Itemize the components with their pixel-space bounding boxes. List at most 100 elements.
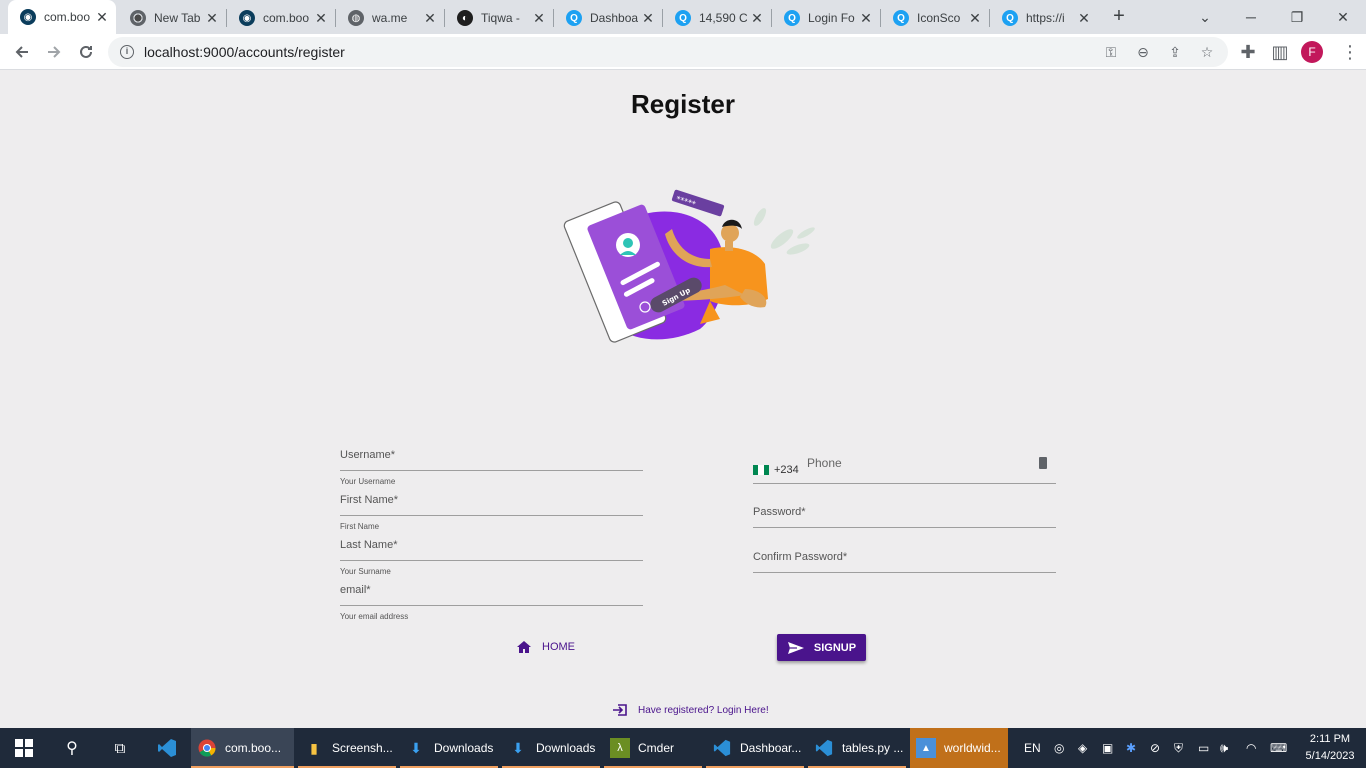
first-name-help: First Name <box>340 522 380 531</box>
taskbar-app-vscode-tables[interactable]: tables.py ... <box>808 728 906 768</box>
email-field[interactable]: email* Your email address <box>340 584 643 622</box>
app-tray-icon[interactable]: ◈ <box>1078 728 1087 768</box>
taskbar-app-label: Downloads <box>434 741 494 755</box>
home-icon <box>517 641 531 653</box>
url-text: localhost:9000/accounts/register <box>144 44 345 60</box>
username-help: Your Username <box>340 477 396 486</box>
taskbar-app-downloads-2[interactable]: ⬇ Downloads <box>502 728 600 768</box>
tab[interactable]: Q Dashboa ✕ <box>554 2 662 34</box>
login-link[interactable]: Have registered? Login Here! <box>612 701 769 719</box>
side-panel-icon[interactable]: ▥ <box>1266 38 1294 66</box>
close-tab-icon[interactable]: ✕ <box>751 10 763 27</box>
task-view-icon[interactable]: ⧉ <box>106 728 134 768</box>
battery-icon[interactable]: ▭ <box>1198 728 1209 768</box>
taskbar-app-chrome[interactable]: com.boo... <box>191 728 294 768</box>
language-indicator[interactable]: EN <box>1024 728 1041 768</box>
close-tab-icon[interactable]: ✕ <box>969 10 981 27</box>
zoom-icon[interactable]: ⊖ <box>1132 41 1154 63</box>
home-button[interactable]: HOME <box>516 637 575 657</box>
site-info-icon[interactable]: i <box>120 45 134 59</box>
download-icon: ⬇ <box>512 739 524 756</box>
signup-button[interactable]: SIGNUP <box>777 634 866 661</box>
back-button[interactable] <box>8 38 36 66</box>
search-icon[interactable]: ⚲ <box>58 728 86 768</box>
tab[interactable]: ◍ wa.me ✕ <box>336 2 444 34</box>
tab[interactable]: Q Login Fo ✕ <box>772 2 880 34</box>
taskbar-app-label: tables.py ... <box>842 741 904 755</box>
confirm-password-label: Confirm Password* <box>753 551 848 563</box>
close-tab-icon[interactable]: ✕ <box>206 10 218 27</box>
taskbar-app-downloads[interactable]: ⬇ Downloads <box>400 728 498 768</box>
tab-title: Dashboa <box>590 11 638 25</box>
login-icon <box>613 704 627 716</box>
tab[interactable]: ◐ Tiqwa - ✕ <box>445 2 553 34</box>
q-icon: Q <box>566 10 582 26</box>
tab[interactable]: Q 14,590 C ✕ <box>663 2 771 34</box>
security-icon[interactable]: ⛨ <box>1174 728 1183 768</box>
device-icon[interactable]: ▣ <box>1102 728 1113 768</box>
q-icon: Q <box>1002 10 1018 26</box>
taskbar-app-label: Cmder <box>638 741 675 755</box>
close-tab-icon[interactable]: ✕ <box>315 10 327 27</box>
keyboard-icon[interactable]: ⌨ <box>1270 728 1287 768</box>
password-field[interactable]: Password* <box>753 506 1056 530</box>
last-name-label: Last Name* <box>340 539 398 551</box>
mixer-icon[interactable]: ◎ <box>1054 728 1064 768</box>
tab[interactable]: ◉ com.boo ✕ <box>227 2 335 34</box>
q-icon: Q <box>675 10 691 26</box>
home-button-label: HOME <box>542 641 575 653</box>
confirm-password-field[interactable]: Confirm Password* <box>753 551 1056 575</box>
profile-avatar[interactable]: F <box>1301 41 1323 63</box>
bookmark-star-icon[interactable]: ☆ <box>1196 41 1218 63</box>
first-name-field[interactable]: First Name* First Name <box>340 494 643 532</box>
reload-button[interactable] <box>72 38 100 66</box>
username-field[interactable]: Username* Your Username <box>340 449 643 487</box>
menu-icon[interactable]: ⋮ <box>1336 38 1364 66</box>
wifi-icon[interactable]: ◠ <box>1246 728 1256 768</box>
close-window-button[interactable]: ✕ <box>1320 0 1366 34</box>
close-tab-icon[interactable]: ✕ <box>424 10 436 27</box>
email-underline <box>340 605 643 606</box>
tab[interactable]: Q https://i ✕ <box>990 2 1098 34</box>
system-clock[interactable]: 2:11 PM 5/14/2023 <box>1298 731 1362 765</box>
close-tab-icon[interactable]: ✕ <box>533 10 545 27</box>
network-off-icon[interactable]: ⊘ <box>1150 728 1160 768</box>
tab[interactable]: Q IconSco ✕ <box>881 2 989 34</box>
taskbar-app-vscode-dashboard[interactable]: Dashboar... <box>706 728 804 768</box>
tab[interactable]: New Tab ✕ <box>118 2 226 34</box>
phone-field[interactable]: +234 Phone <box>753 453 1056 485</box>
minimize-button[interactable]: ─ <box>1228 0 1274 34</box>
site-icon: ◉ <box>20 9 36 25</box>
phone-icon <box>1039 457 1047 469</box>
vscode-pinned-icon[interactable] <box>152 728 182 768</box>
signup-illustration: ***** Sign Up <box>563 189 815 343</box>
taskbar-app-photos[interactable]: ▲ worldwid... <box>910 728 1008 768</box>
chrome-icon <box>130 10 146 26</box>
download-icon: ⬇ <box>410 739 422 756</box>
forward-button[interactable] <box>40 38 68 66</box>
taskbar-app-screenshots[interactable]: ▮ Screensh... <box>298 728 396 768</box>
close-tab-icon[interactable]: ✕ <box>1078 10 1090 27</box>
key-icon[interactable]: ⚿ <box>1100 41 1122 63</box>
nigeria-flag-icon[interactable] <box>753 465 769 475</box>
tab-search-icon[interactable]: ⌄ <box>1182 0 1228 34</box>
address-bar[interactable]: i localhost:9000/accounts/register ⚿ ⊖ ⇪… <box>108 37 1228 67</box>
start-button[interactable] <box>10 728 38 768</box>
extensions-icon[interactable]: ✚ <box>1234 38 1262 66</box>
close-tab-icon[interactable]: ✕ <box>860 10 872 27</box>
tab-active[interactable]: ◉ com.boo ✕ <box>8 0 116 34</box>
share-icon[interactable]: ⇪ <box>1164 41 1186 63</box>
bluetooth-icon[interactable]: ✱ <box>1126 728 1136 768</box>
taskbar-app-label: Screensh... <box>332 741 393 755</box>
close-tab-icon[interactable]: ✕ <box>642 10 654 27</box>
q-icon: Q <box>893 10 909 26</box>
clock-time: 2:11 PM <box>1309 733 1351 745</box>
volume-icon[interactable]: 🕪 <box>1220 728 1228 768</box>
tiqwa-icon: ◐ <box>457 10 473 26</box>
close-tab-icon[interactable]: ✕ <box>96 9 108 26</box>
tab-title: wa.me <box>372 11 408 25</box>
new-tab-button[interactable]: + <box>1108 6 1130 28</box>
restore-button[interactable]: ❐ <box>1274 0 1320 34</box>
taskbar-app-cmder[interactable]: λ Cmder <box>604 728 702 768</box>
last-name-field[interactable]: Last Name* Your Surname <box>340 539 643 577</box>
